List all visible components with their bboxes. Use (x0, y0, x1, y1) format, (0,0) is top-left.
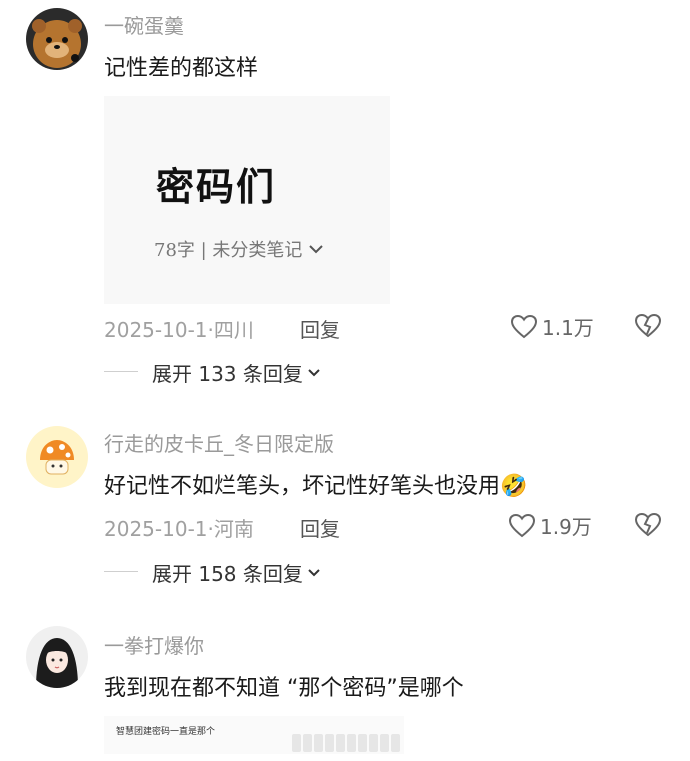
avatar[interactable] (26, 626, 88, 688)
comment-text: 记性差的都这样 (104, 56, 259, 81)
username[interactable]: 一碗蛋羹 (104, 10, 184, 39)
note-meta: 78字 | 未分类笔记 (154, 236, 324, 262)
laughing-emoji-icon: 🤣 (500, 474, 528, 499)
dislike-button[interactable] (634, 511, 662, 539)
note-meta-text: 78字 | 未分类笔记 (154, 240, 303, 261)
like-button[interactable]: 1.9万 (508, 511, 592, 540)
comment-text: 好记性不如烂笔头，坏记性好笔头也没用🤣 (104, 468, 527, 500)
heart-outline-icon (510, 314, 538, 338)
expand-replies-button[interactable]: 展开 133 条回复 (152, 358, 321, 387)
comment-date-location: 2025-10-1·河南 (104, 517, 254, 541)
heart-outline-icon (508, 513, 536, 537)
note-screenshot[interactable]: 密码们 78字 | 未分类笔记 (104, 96, 390, 304)
comment-image-preview[interactable]: 智慧团建密码一直是那个 (104, 716, 404, 754)
like-button[interactable]: 1.1万 (510, 312, 594, 341)
broken-heart-icon (634, 512, 662, 537)
girl-avatar-icon (26, 626, 88, 688)
broken-heart-icon (634, 313, 662, 338)
like-count: 1.1万 (542, 316, 594, 340)
expand-replies-label: 展开 133 条回复 (152, 362, 303, 386)
dislike-button[interactable] (634, 312, 662, 340)
avatar[interactable] (26, 8, 88, 70)
divider (104, 571, 138, 572)
expand-replies-button[interactable]: 展开 158 条回复 (152, 558, 321, 587)
note-title: 密码们 (156, 164, 277, 209)
avatar[interactable] (26, 426, 88, 488)
mushroom-avatar-icon (26, 426, 88, 488)
chevron-down-icon (308, 368, 320, 376)
chevron-down-icon (309, 245, 324, 254)
username[interactable]: 行走的皮卡丘_冬日限定版 (104, 428, 334, 457)
expand-replies-label: 展开 158 条回复 (152, 562, 303, 586)
like-count: 1.9万 (540, 515, 592, 539)
chevron-down-icon (308, 568, 320, 576)
username[interactable]: 一拳打爆你 (104, 630, 204, 659)
reply-button[interactable]: 回复 (300, 513, 340, 542)
divider (104, 371, 138, 372)
image-caption: 智慧团建密码一直是那个 (116, 727, 216, 737)
bear-avatar-icon (26, 8, 88, 70)
reply-button[interactable]: 回复 (300, 314, 340, 343)
comment-text: 我到现在都不知道 “那个密码”是哪个 (104, 676, 464, 701)
blurred-content (292, 734, 400, 752)
comment-date-location: 2025-10-1·四川 (104, 318, 254, 342)
comment-text-body: 好记性不如烂笔头，坏记性好笔头也没用 (104, 474, 501, 499)
